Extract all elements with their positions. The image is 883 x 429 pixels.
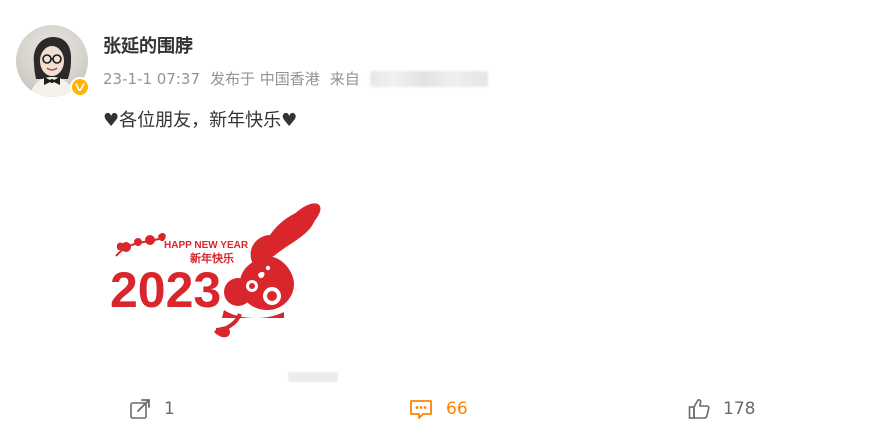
share-icon [128, 397, 152, 421]
share-count: 1 [164, 399, 175, 419]
post-location: 发布于 中国香港 [210, 70, 320, 88]
post-image[interactable]: HAPP NEW YEAR 新年快乐 2023 [104, 164, 340, 386]
like-icon [687, 397, 711, 421]
post-actions: 1 66 178 [0, 395, 883, 429]
greeting-en: HAPP NEW YEAR [164, 240, 249, 251]
rabbit-icon [214, 203, 321, 338]
post-source-blurred [369, 70, 488, 87]
comment-count: 66 [446, 399, 468, 419]
like-count: 178 [723, 399, 756, 419]
post-text: ♥各位朋友，新年快乐♥ [103, 110, 298, 131]
share-button[interactable]: 1 [128, 397, 175, 421]
new-year-papercut-image: HAPP NEW YEAR 新年快乐 2023 [110, 203, 321, 338]
comment-icon [408, 397, 434, 421]
post-meta: 23-1-1 07:37 发布于 中国香港 来自 [103, 68, 488, 89]
image-watermark [288, 372, 338, 382]
avatar-container[interactable] [16, 25, 90, 97]
verified-badge-icon [70, 77, 90, 97]
post-timestamp[interactable]: 23-1-1 07:37 [103, 70, 200, 88]
year-2023: 2023 [110, 262, 221, 318]
like-button[interactable]: 178 [687, 397, 755, 421]
comment-button[interactable]: 66 [408, 397, 468, 421]
flower-branch-icon [115, 232, 166, 257]
post-source-label: 来自 [329, 70, 360, 88]
username-link[interactable]: 张延的围脖 [103, 32, 193, 58]
